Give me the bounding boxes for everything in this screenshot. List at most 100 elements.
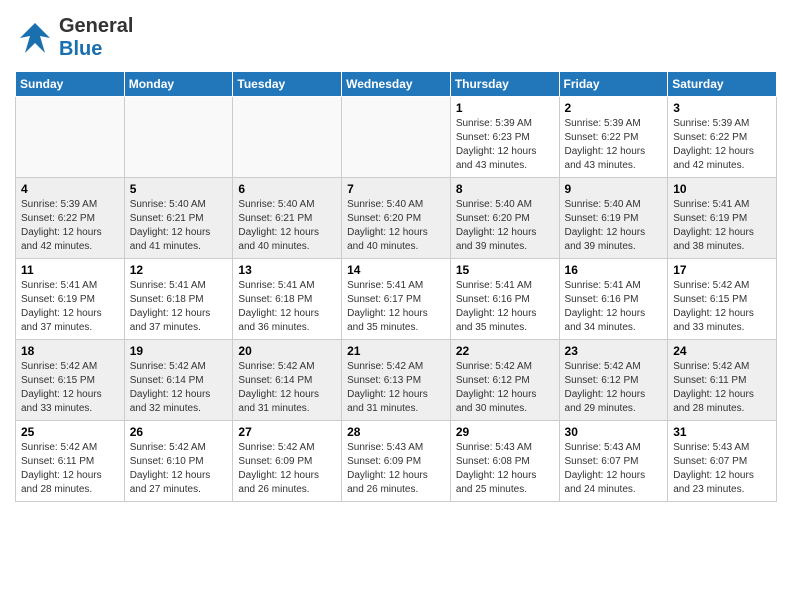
- calendar-cell: 13 Sunrise: 5:41 AM Sunset: 6:18 PM Dayli…: [233, 259, 342, 340]
- calendar-cell: 4Sunrise: 5:39 AM Sunset: 6:22 PM Daylig…: [16, 178, 125, 259]
- calendar-cell: 8 Sunrise: 5:40 AM Sunset: 6:20 PM Daylig…: [450, 178, 559, 259]
- col-header-sunday: Sunday: [16, 72, 125, 97]
- calendar-cell: [16, 97, 125, 178]
- day-number: 17: [673, 263, 771, 277]
- day-info: Sunrise: 5:43 AM Sunset: 6:09 PM Dayligh…: [347, 441, 445, 497]
- day-info: Sunrise: 5:40 AM Sunset: 6:21 PM Dayligh…: [130, 198, 228, 254]
- calendar-cell: 1Sunrise: 5:39 AM Sunset: 6:23 PM Daylig…: [450, 97, 559, 178]
- day-number: 30: [565, 425, 663, 439]
- day-number: 13: [238, 263, 336, 277]
- day-info: Sunrise: 5:42 AM Sunset: 6:15 PM Dayligh…: [673, 279, 771, 335]
- day-info: Sunrise: 5:41 AM Sunset: 6:19 PM Dayligh…: [21, 279, 119, 335]
- calendar-cell: 9 Sunrise: 5:40 AM Sunset: 6:19 PM Daylig…: [559, 178, 668, 259]
- logo-bird-icon: [15, 18, 55, 58]
- day-info: Sunrise: 5:41 AM Sunset: 6:19 PM Dayligh…: [673, 198, 771, 254]
- calendar-cell: 7 Sunrise: 5:40 AM Sunset: 6:20 PM Daylig…: [342, 178, 451, 259]
- day-info: Sunrise: 5:42 AM Sunset: 6:13 PM Dayligh…: [347, 360, 445, 416]
- day-info: Sunrise: 5:41 AM Sunset: 6:16 PM Dayligh…: [565, 279, 663, 335]
- calendar-week-row: 18Sunrise: 5:42 AM Sunset: 6:15 PM Dayli…: [16, 340, 777, 421]
- day-number: 22: [456, 344, 554, 358]
- day-number: 16: [565, 263, 663, 277]
- day-number: 29: [456, 425, 554, 439]
- day-number: 10: [673, 182, 771, 196]
- day-number: 12: [130, 263, 228, 277]
- day-number: 18: [21, 344, 119, 358]
- day-number: 15: [456, 263, 554, 277]
- day-info: Sunrise: 5:39 AM Sunset: 6:22 PM Dayligh…: [21, 198, 119, 254]
- day-info: Sunrise: 5:40 AM Sunset: 6:21 PM Dayligh…: [238, 198, 336, 254]
- calendar-cell: 20 Sunrise: 5:42 AM Sunset: 6:14 PM Dayli…: [233, 340, 342, 421]
- col-header-tuesday: Tuesday: [233, 72, 342, 97]
- calendar-week-row: 4Sunrise: 5:39 AM Sunset: 6:22 PM Daylig…: [16, 178, 777, 259]
- day-info: Sunrise: 5:41 AM Sunset: 6:16 PM Dayligh…: [456, 279, 554, 335]
- day-number: 24: [673, 344, 771, 358]
- day-info: Sunrise: 5:43 AM Sunset: 6:07 PM Dayligh…: [565, 441, 663, 497]
- col-header-thursday: Thursday: [450, 72, 559, 97]
- calendar-week-row: 25 Sunrise: 5:42 AM Sunset: 6:11 PM Dayli…: [16, 421, 777, 502]
- day-info: Sunrise: 5:42 AM Sunset: 6:12 PM Dayligh…: [565, 360, 663, 416]
- calendar-cell: [233, 97, 342, 178]
- col-header-saturday: Saturday: [668, 72, 777, 97]
- day-info: Sunrise: 5:42 AM Sunset: 6:11 PM Dayligh…: [673, 360, 771, 416]
- calendar-cell: 15 Sunrise: 5:41 AM Sunset: 6:16 PM Dayli…: [450, 259, 559, 340]
- calendar-cell: 16 Sunrise: 5:41 AM Sunset: 6:16 PM Dayli…: [559, 259, 668, 340]
- day-info: Sunrise: 5:42 AM Sunset: 6:14 PM Dayligh…: [238, 360, 336, 416]
- calendar-table: SundayMondayTuesdayWednesdayThursdayFrid…: [15, 71, 777, 502]
- day-number: 2: [565, 101, 663, 115]
- calendar-cell: 11 Sunrise: 5:41 AM Sunset: 6:19 PM Dayli…: [16, 259, 125, 340]
- calendar-cell: [342, 97, 451, 178]
- day-number: 9: [565, 182, 663, 196]
- day-info: Sunrise: 5:39 AM Sunset: 6:23 PM Dayligh…: [456, 117, 554, 173]
- day-info: Sunrise: 5:42 AM Sunset: 6:09 PM Dayligh…: [238, 441, 336, 497]
- calendar-cell: 5 Sunrise: 5:40 AM Sunset: 6:21 PM Daylig…: [124, 178, 233, 259]
- day-info: Sunrise: 5:41 AM Sunset: 6:18 PM Dayligh…: [130, 279, 228, 335]
- day-number: 21: [347, 344, 445, 358]
- day-number: 26: [130, 425, 228, 439]
- day-number: 7: [347, 182, 445, 196]
- day-number: 14: [347, 263, 445, 277]
- day-number: 23: [565, 344, 663, 358]
- day-number: 6: [238, 182, 336, 196]
- calendar-cell: 21 Sunrise: 5:42 AM Sunset: 6:13 PM Dayli…: [342, 340, 451, 421]
- calendar-cell: 23 Sunrise: 5:42 AM Sunset: 6:12 PM Dayli…: [559, 340, 668, 421]
- day-number: 11: [21, 263, 119, 277]
- calendar-cell: 27 Sunrise: 5:42 AM Sunset: 6:09 PM Dayli…: [233, 421, 342, 502]
- day-number: 5: [130, 182, 228, 196]
- calendar-cell: 26 Sunrise: 5:42 AM Sunset: 6:10 PM Dayli…: [124, 421, 233, 502]
- calendar-cell: 31 Sunrise: 5:43 AM Sunset: 6:07 PM Dayli…: [668, 421, 777, 502]
- day-info: Sunrise: 5:40 AM Sunset: 6:20 PM Dayligh…: [347, 198, 445, 254]
- calendar-cell: 28Sunrise: 5:43 AM Sunset: 6:09 PM Dayli…: [342, 421, 451, 502]
- day-number: 8: [456, 182, 554, 196]
- col-header-friday: Friday: [559, 72, 668, 97]
- calendar-cell: 17 Sunrise: 5:42 AM Sunset: 6:15 PM Dayli…: [668, 259, 777, 340]
- calendar-cell: 24 Sunrise: 5:42 AM Sunset: 6:11 PM Dayli…: [668, 340, 777, 421]
- day-info: Sunrise: 5:43 AM Sunset: 6:07 PM Dayligh…: [673, 441, 771, 497]
- day-info: Sunrise: 5:42 AM Sunset: 6:11 PM Dayligh…: [21, 441, 119, 497]
- calendar-cell: 25 Sunrise: 5:42 AM Sunset: 6:11 PM Dayli…: [16, 421, 125, 502]
- logo: General Blue: [15, 15, 133, 61]
- page-header: General Blue: [15, 15, 777, 61]
- day-info: Sunrise: 5:42 AM Sunset: 6:12 PM Dayligh…: [456, 360, 554, 416]
- calendar-cell: 22 Sunrise: 5:42 AM Sunset: 6:12 PM Dayli…: [450, 340, 559, 421]
- calendar-cell: 3Sunrise: 5:39 AM Sunset: 6:22 PM Daylig…: [668, 97, 777, 178]
- logo-text-blue: Blue: [59, 38, 133, 61]
- day-info: Sunrise: 5:40 AM Sunset: 6:20 PM Dayligh…: [456, 198, 554, 254]
- col-header-monday: Monday: [124, 72, 233, 97]
- calendar-cell: 19Sunrise: 5:42 AM Sunset: 6:14 PM Dayli…: [124, 340, 233, 421]
- calendar-cell: 14Sunrise: 5:41 AM Sunset: 6:17 PM Dayli…: [342, 259, 451, 340]
- day-info: Sunrise: 5:39 AM Sunset: 6:22 PM Dayligh…: [565, 117, 663, 173]
- day-number: 20: [238, 344, 336, 358]
- calendar-week-row: 11 Sunrise: 5:41 AM Sunset: 6:19 PM Dayli…: [16, 259, 777, 340]
- day-info: Sunrise: 5:40 AM Sunset: 6:19 PM Dayligh…: [565, 198, 663, 254]
- calendar-cell: 18Sunrise: 5:42 AM Sunset: 6:15 PM Dayli…: [16, 340, 125, 421]
- day-number: 31: [673, 425, 771, 439]
- day-number: 27: [238, 425, 336, 439]
- calendar-cell: 10 Sunrise: 5:41 AM Sunset: 6:19 PM Dayli…: [668, 178, 777, 259]
- day-number: 19: [130, 344, 228, 358]
- calendar-header-row: SundayMondayTuesdayWednesdayThursdayFrid…: [16, 72, 777, 97]
- day-info: Sunrise: 5:43 AM Sunset: 6:08 PM Dayligh…: [456, 441, 554, 497]
- day-info: Sunrise: 5:42 AM Sunset: 6:10 PM Dayligh…: [130, 441, 228, 497]
- day-number: 25: [21, 425, 119, 439]
- calendar-cell: [124, 97, 233, 178]
- day-info: Sunrise: 5:41 AM Sunset: 6:18 PM Dayligh…: [238, 279, 336, 335]
